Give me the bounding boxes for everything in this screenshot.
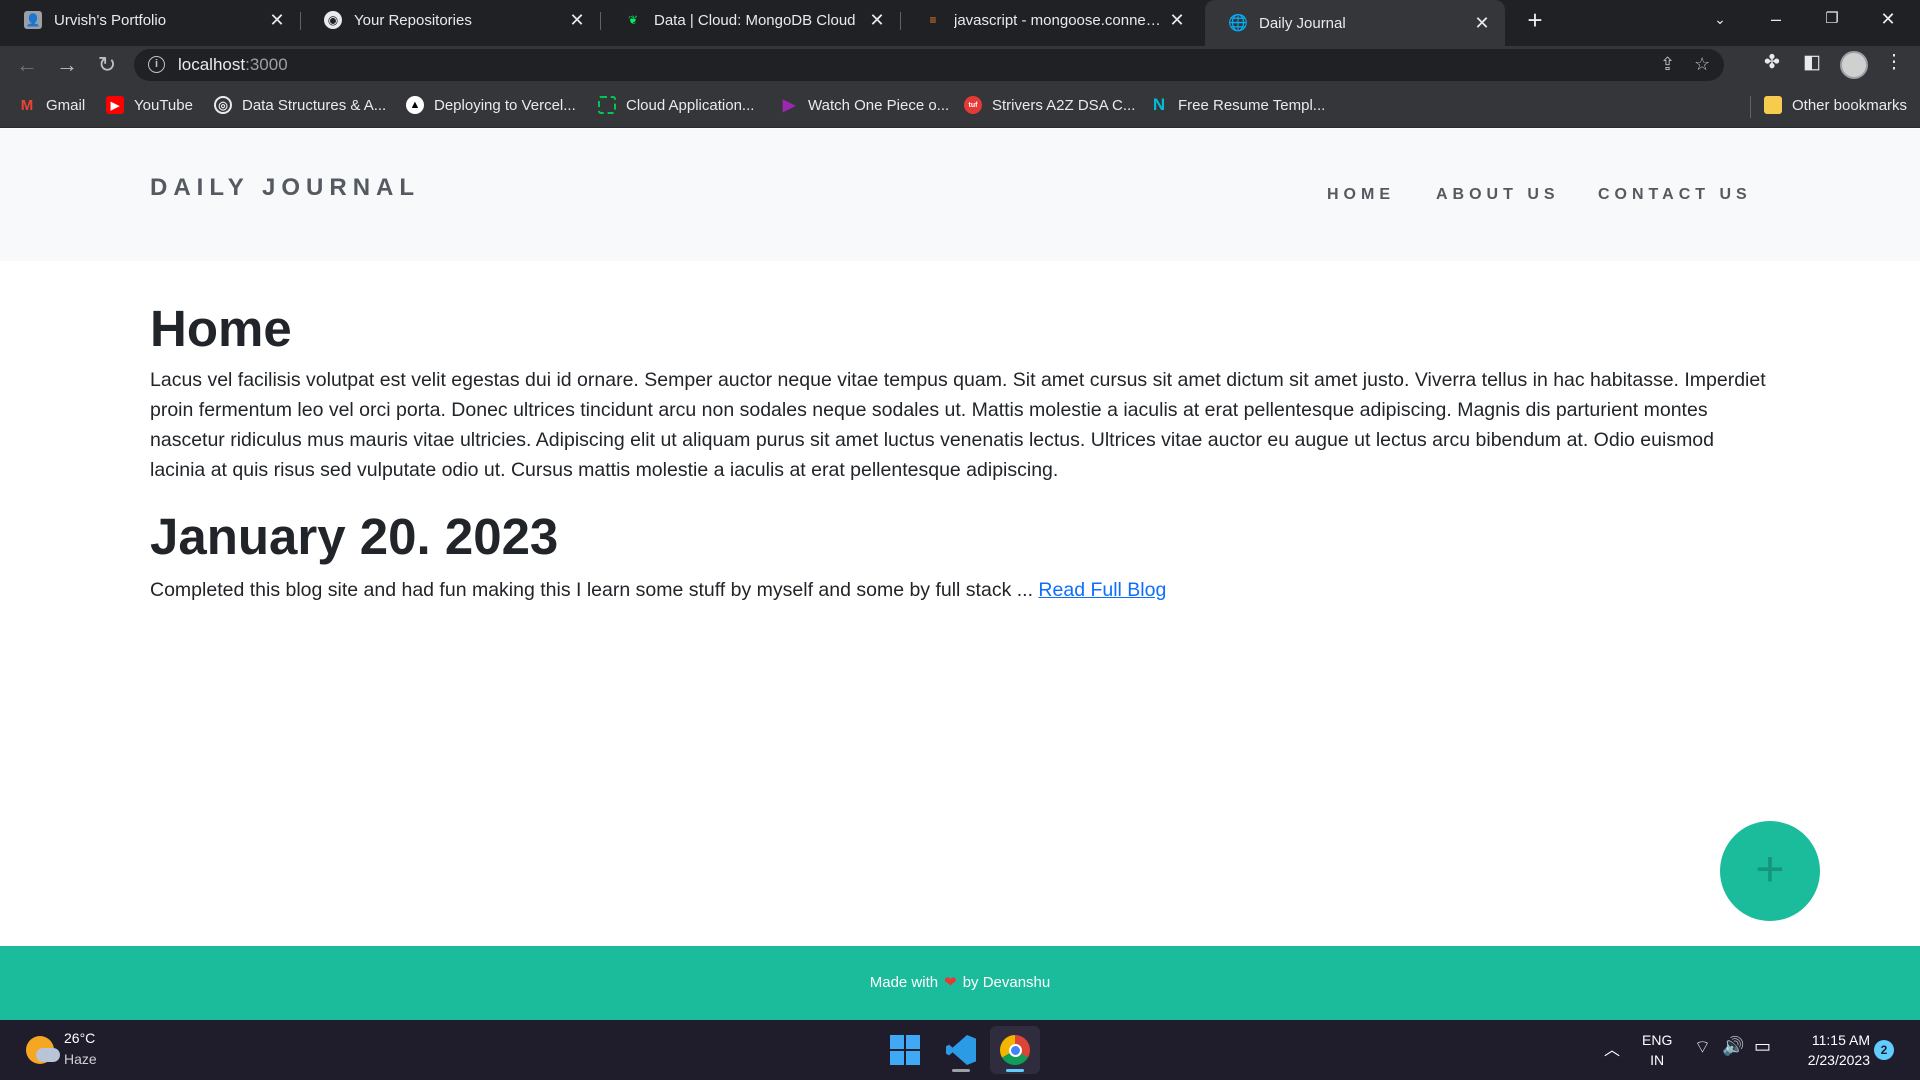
reload-button[interactable]: ↻	[92, 50, 122, 80]
windows-logo-icon	[890, 1035, 920, 1065]
nav-about-link[interactable]: ABOUT US	[1436, 186, 1560, 204]
close-tab-icon[interactable]: ✕	[1473, 13, 1491, 34]
system-clock[interactable]: 11:15 AM 2/23/2023	[1790, 1030, 1870, 1070]
read-full-blog-link[interactable]: Read Full Blog	[1038, 579, 1166, 601]
portfolio-avatar-icon: 👤	[24, 11, 42, 29]
compose-button[interactable]: +	[1720, 821, 1820, 921]
tab-title: Daily Journal	[1259, 14, 1346, 32]
close-tab-icon[interactable]: ✕	[1168, 10, 1186, 31]
taskbar-vscode[interactable]	[936, 1026, 986, 1074]
tab-title: Urvish's Portfolio	[54, 11, 167, 29]
tab-stackoverflow-mongoose[interactable]: ≡ javascript - mongoose.connect()... ✕	[900, 0, 1200, 40]
forward-button[interactable]: →	[52, 50, 82, 80]
bookmark-vercel[interactable]: ▲ Deploying to Vercel...	[406, 96, 576, 114]
site-info-icon[interactable]: i	[148, 56, 165, 73]
site-brand[interactable]: DAILY JOURNAL	[150, 174, 420, 202]
main-content: Home Lacus vel facilisis volutpat est ve…	[150, 299, 1770, 605]
share-icon[interactable]: ⇪	[1660, 54, 1675, 75]
home-paragraph: Lacus vel facilisis volutpat est velit e…	[150, 369, 1766, 481]
cloud-app-icon	[598, 96, 616, 114]
tab-daily-journal[interactable]: 🌐 Daily Journal ✕	[1205, 0, 1505, 46]
tab-mongodb-cloud[interactable]: ❦ Data | Cloud: MongoDB Cloud ✕	[600, 0, 900, 40]
bookmarks-bar: M Gmail ▶ YouTube ◎ Data Structures & A.…	[0, 84, 1920, 128]
weather-cloud-icon	[36, 1048, 60, 1062]
tuf-icon: tuf	[964, 96, 982, 114]
extensions-puzzle-icon[interactable]: ✤	[1758, 51, 1786, 74]
show-hidden-icons-chevron[interactable]: ︿	[1604, 1036, 1620, 1060]
nav-home-link[interactable]: HOME	[1327, 186, 1395, 204]
post-title: January 20. 2023	[150, 508, 559, 565]
profile-avatar[interactable]	[1840, 51, 1868, 79]
dsa-site-icon: ◎	[214, 96, 232, 114]
gmail-icon: M	[20, 96, 34, 114]
volume-icon[interactable]: 🔊	[1722, 1036, 1744, 1057]
mongodb-leaf-icon: ❦	[627, 13, 639, 27]
site-navbar: DAILY JOURNAL HOME ABOUT US CONTACT US	[0, 129, 1920, 261]
close-window-button[interactable]: ✕	[1860, 0, 1916, 40]
globe-icon: 🌐	[1228, 15, 1248, 32]
tab-title: Your Repositories	[354, 11, 472, 29]
battery-icon[interactable]: ▭	[1754, 1036, 1771, 1057]
bookmark-gmail[interactable]: M Gmail	[18, 96, 85, 114]
menu-kebab-icon[interactable]: ⋮	[1880, 51, 1908, 74]
heart-icon: ❤	[944, 974, 957, 991]
close-tab-icon[interactable]: ✕	[868, 10, 886, 31]
tab-title: javascript - mongoose.connect()...	[954, 11, 1168, 29]
bookmark-cloud-application[interactable]: Cloud Application...	[598, 96, 754, 114]
footer-author: by Devanshu	[962, 974, 1051, 991]
vercel-icon: ▲	[406, 96, 424, 114]
back-button[interactable]: ←	[12, 50, 42, 80]
chrome-icon	[1000, 1035, 1030, 1065]
address-bar[interactable]: i localhost:3000 ⇪ ☆	[134, 49, 1724, 81]
footer-text: Made with	[869, 974, 939, 991]
browser-tab-strip: 👤 Urvish's Portfolio ✕ ◉ Your Repositori…	[0, 0, 1920, 46]
minimize-button[interactable]: –	[1748, 0, 1804, 40]
bookmark-youtube[interactable]: ▶ YouTube	[106, 96, 193, 114]
start-button[interactable]	[880, 1026, 930, 1074]
web-page: DAILY JOURNAL HOME ABOUT US CONTACT US H…	[0, 129, 1920, 1020]
youtube-icon: ▶	[106, 96, 124, 114]
tab-urvish-portfolio[interactable]: 👤 Urvish's Portfolio ✕	[0, 0, 300, 40]
address-url[interactable]: localhost:3000	[178, 55, 288, 75]
tab-your-repositories[interactable]: ◉ Your Repositories ✕	[300, 0, 600, 40]
bookmark-data-structures[interactable]: ◎ Data Structures & A...	[214, 96, 386, 114]
post-excerpt: Completed this blog site and had fun mak…	[150, 575, 1770, 605]
bookmark-one-piece[interactable]: ▶ Watch One Piece o...	[780, 96, 949, 115]
tab-search-chevron-icon[interactable]: ⌄	[1692, 0, 1748, 40]
bookmark-strivers[interactable]: tuf Strivers A2Z DSA C...	[964, 96, 1135, 114]
wifi-icon[interactable]: ⌔	[1694, 1036, 1711, 1059]
input-language-indicator[interactable]: ENG IN	[1642, 1030, 1672, 1070]
tab-title: Data | Cloud: MongoDB Cloud	[654, 11, 856, 29]
close-tab-icon[interactable]: ✕	[568, 10, 586, 31]
post-excerpt-text: Completed this blog site and had fun mak…	[150, 579, 1039, 601]
weather-description[interactable]: Haze	[64, 1051, 97, 1067]
browser-toolbar: ← → ↻ i localhost:3000 ⇪ ☆ ✤ ◧ ⋮	[0, 46, 1920, 84]
notification-badge[interactable]: 2	[1874, 1040, 1894, 1060]
bookmark-star-icon[interactable]: ☆	[1694, 54, 1710, 75]
taskbar-chrome[interactable]	[990, 1026, 1040, 1074]
site-footer: Made with ❤ by Devanshu	[0, 946, 1920, 1020]
vscode-icon	[946, 1035, 976, 1065]
stackoverflow-icon: ≡	[929, 13, 937, 27]
new-tab-button[interactable]: +	[1520, 6, 1550, 36]
restore-button[interactable]: ❐	[1804, 0, 1860, 40]
weather-temperature[interactable]: 26°C	[64, 1030, 95, 1046]
nav-contact-link[interactable]: CONTACT US	[1598, 186, 1752, 204]
github-icon: ◉	[324, 11, 342, 29]
windows-taskbar: 26°C Haze ︿ ENG IN ⌔ 🔊 ▭ 11:15 AM 2/23/2…	[0, 1020, 1920, 1080]
side-panel-icon[interactable]: ◧	[1798, 51, 1826, 74]
bookmark-other[interactable]: Other bookmarks	[1764, 96, 1907, 114]
play-icon: ▶	[782, 97, 796, 114]
folder-icon	[1764, 96, 1782, 114]
page-title: Home	[150, 300, 292, 357]
close-tab-icon[interactable]: ✕	[268, 10, 286, 31]
bookmark-free-resume[interactable]: N Free Resume Templ...	[1150, 95, 1325, 114]
resume-site-icon: N	[1152, 95, 1166, 114]
